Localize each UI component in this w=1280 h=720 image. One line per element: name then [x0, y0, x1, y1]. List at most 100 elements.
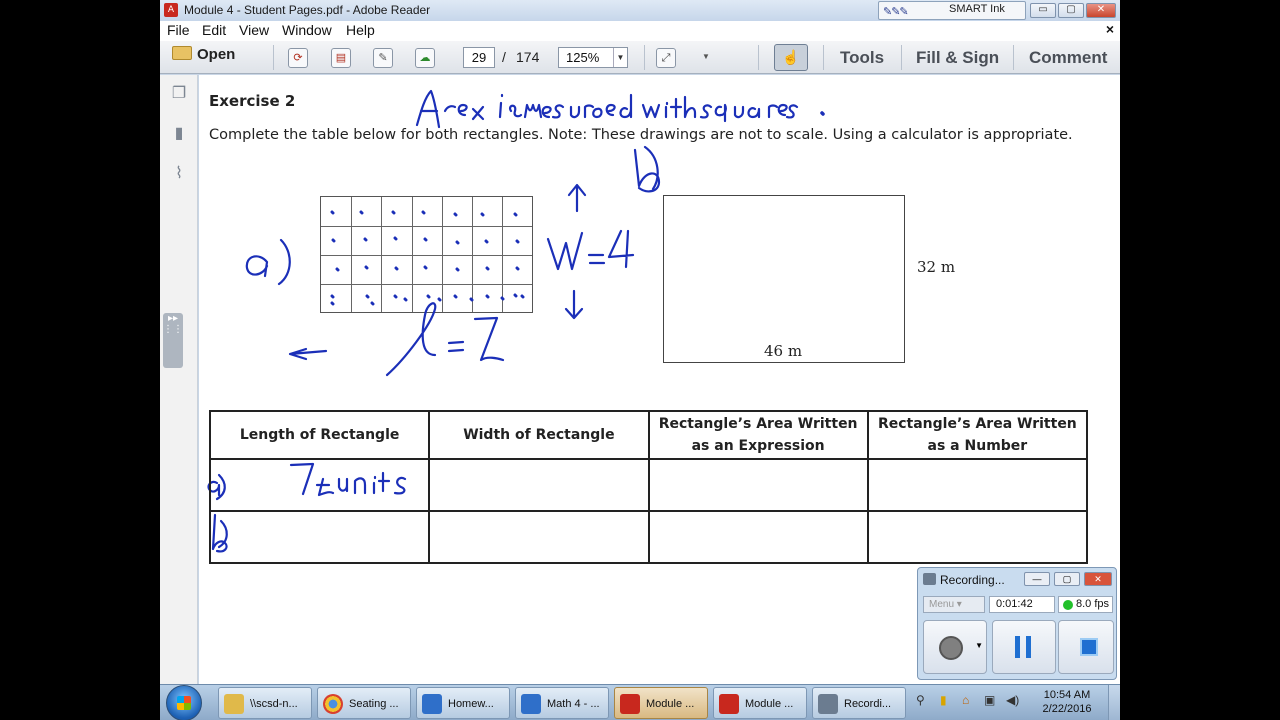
- pause-icon: [1015, 636, 1031, 658]
- pause-button[interactable]: [992, 620, 1056, 674]
- table-cell: [428, 510, 650, 564]
- recorder-elapsed-time: 0:01:42: [989, 596, 1055, 613]
- table-cell: [647, 510, 869, 564]
- page-separator: /: [502, 49, 506, 65]
- menu-window[interactable]: Window: [282, 22, 332, 38]
- sign-icon[interactable]: ✎: [373, 48, 393, 68]
- window-title: Module 4 - Student Pages.pdf - Adobe Rea…: [184, 3, 431, 17]
- pdf-icon: [719, 694, 739, 714]
- smart-ink-label: SMART Ink: [949, 3, 1005, 15]
- comment-pane-button[interactable]: Comment: [1029, 48, 1107, 68]
- table-header-area-number: Rectangle’s Area Written as a Number: [866, 410, 1089, 460]
- create-pdf-icon[interactable]: ⟳: [288, 48, 308, 68]
- menu-edit[interactable]: Edit: [202, 22, 226, 38]
- table-cell: [208, 510, 431, 564]
- hand-tool-icon[interactable]: ☝: [774, 44, 808, 71]
- table-cell: [866, 458, 1089, 512]
- system-clock[interactable]: 10:54 AM 2/22/2016: [1036, 688, 1098, 716]
- taskbar-item-homework[interactable]: Homew...: [416, 687, 510, 719]
- toolbar-divider: [758, 45, 759, 70]
- menu-view[interactable]: View: [239, 22, 269, 38]
- smart-ink-toolbar[interactable]: ✎✎✎ SMART Ink: [878, 1, 1026, 20]
- zoom-value: 125%: [566, 50, 600, 65]
- close-window-button[interactable]: ✕: [1086, 3, 1116, 18]
- page-thumbnails-icon[interactable]: ❐: [169, 83, 189, 105]
- attachments-icon[interactable]: ⌇: [169, 163, 189, 185]
- toolbar-more-icon[interactable]: ▼: [696, 48, 716, 68]
- network-icon[interactable]: ▣: [984, 693, 995, 707]
- table-header-length: Length of Rectangle: [208, 410, 431, 460]
- toolbar-divider: [823, 45, 824, 70]
- recorder-title: Recording...: [940, 573, 1005, 587]
- maximize-button[interactable]: ▢: [1058, 3, 1084, 18]
- table-row: [208, 458, 1089, 512]
- windows-taskbar: \\scsd-n... Seating ... Homew... Math 4 …: [160, 684, 1120, 720]
- zoom-select[interactable]: 125% ▼: [558, 47, 628, 68]
- record-button[interactable]: ▼: [923, 620, 987, 674]
- menu-bar: File Edit View Window Help ×: [160, 21, 1120, 41]
- clock-date: 2/22/2016: [1042, 703, 1092, 715]
- taskbar-item-label: Module ...: [745, 698, 794, 710]
- page-total: 174: [516, 49, 540, 65]
- close-document-button[interactable]: ×: [1106, 21, 1114, 37]
- window-title-bar[interactable]: A Module 4 - Student Pages.pdf - Adobe R…: [160, 0, 1120, 21]
- menu-file[interactable]: File: [167, 22, 190, 38]
- pane-expand-handle[interactable]: ▸▸ ⋮⋮: [163, 313, 183, 368]
- windows-logo-icon: [177, 696, 191, 710]
- pdf-icon: [620, 694, 640, 714]
- print-icon[interactable]: ▤: [331, 48, 351, 68]
- taskbar-item-recorder[interactable]: Recordi...: [812, 687, 906, 719]
- table-cell: [208, 458, 431, 512]
- taskbar-item-math[interactable]: Math 4 - ...: [515, 687, 609, 719]
- toolbar-divider: [644, 45, 645, 70]
- folder-icon: [224, 694, 244, 714]
- taskbar-item-chrome[interactable]: Seating ...: [317, 687, 411, 719]
- security-icon[interactable]: ⌂: [962, 693, 969, 707]
- usb-icon[interactable]: ⚲: [916, 693, 925, 707]
- start-button[interactable]: [166, 685, 202, 720]
- recorder-menu-dropdown[interactable]: Menu ▾: [923, 596, 985, 613]
- taskbar-item-label: Recordi...: [844, 698, 892, 710]
- taskbar-item-label: Module ...: [646, 698, 695, 710]
- recorder-fps: 8.0 fps: [1058, 596, 1113, 613]
- table-cell: [866, 510, 1089, 564]
- desktop-screen: A Module 4 - Student Pages.pdf - Adobe R…: [160, 0, 1120, 720]
- taskbar-item-module-active[interactable]: Module ...: [614, 687, 708, 719]
- volume-icon[interactable]: ◀): [1006, 693, 1019, 707]
- table-header-width: Width of Rectangle: [428, 410, 650, 460]
- taskbar-item-label: Seating ...: [349, 698, 399, 710]
- chrome-icon: [323, 694, 343, 714]
- menu-help[interactable]: Help: [346, 22, 375, 38]
- tools-pane-button[interactable]: Tools: [840, 48, 884, 68]
- folder-icon: [172, 46, 192, 60]
- fit-page-icon[interactable]: ⤢: [656, 48, 676, 68]
- taskbar-item-explorer[interactable]: \\scsd-n...: [218, 687, 312, 719]
- screen-recorder-widget[interactable]: Recording... — ▢ ✕ Menu ▾ 0:01:42 8.0 fp…: [917, 567, 1117, 680]
- navigation-pane: ❐ ▮ ⌇ ▸▸ ⋮⋮: [160, 75, 198, 684]
- fill-sign-pane-button[interactable]: Fill & Sign: [916, 48, 999, 68]
- open-label: Open: [197, 46, 236, 63]
- taskbar-item-module[interactable]: Module ...: [713, 687, 807, 719]
- notes-icon[interactable]: ▮: [940, 693, 947, 707]
- bookmarks-icon[interactable]: ▮: [169, 123, 189, 145]
- exercise-table: Length of Rectangle Width of Rectangle R…: [208, 410, 1089, 564]
- smart-pen-icon[interactable]: ✎✎✎: [883, 5, 909, 18]
- stop-button[interactable]: [1058, 620, 1114, 674]
- main-toolbar: Open ⟳ ▤ ✎ ☁ 29 / 174 125% ▼ ⤢ ▼ ☝ Tools…: [160, 41, 1120, 74]
- open-button[interactable]: Open: [172, 46, 235, 68]
- recorder-minimize-button[interactable]: —: [1024, 572, 1050, 586]
- minimize-button[interactable]: ▭: [1030, 3, 1056, 18]
- toolbar-divider: [273, 45, 274, 70]
- recorder-fps-value: 8.0 fps: [1076, 598, 1110, 610]
- recorder-camera-icon: [923, 573, 936, 585]
- chevron-down-icon[interactable]: ▼: [975, 641, 983, 650]
- recorder-menu-label: Menu: [929, 599, 955, 610]
- cloud-upload-icon[interactable]: ☁: [415, 48, 435, 68]
- recorder-maximize-button[interactable]: ▢: [1054, 572, 1080, 586]
- recorder-close-button[interactable]: ✕: [1084, 572, 1112, 586]
- page-number-input[interactable]: 29: [463, 47, 495, 68]
- chevron-down-icon[interactable]: ▼: [613, 48, 627, 67]
- show-desktop-button[interactable]: [1108, 685, 1120, 720]
- system-tray: ⚲ ▮ ⌂ ▣ ◀): [916, 689, 1036, 715]
- recorder-icon: [818, 694, 838, 714]
